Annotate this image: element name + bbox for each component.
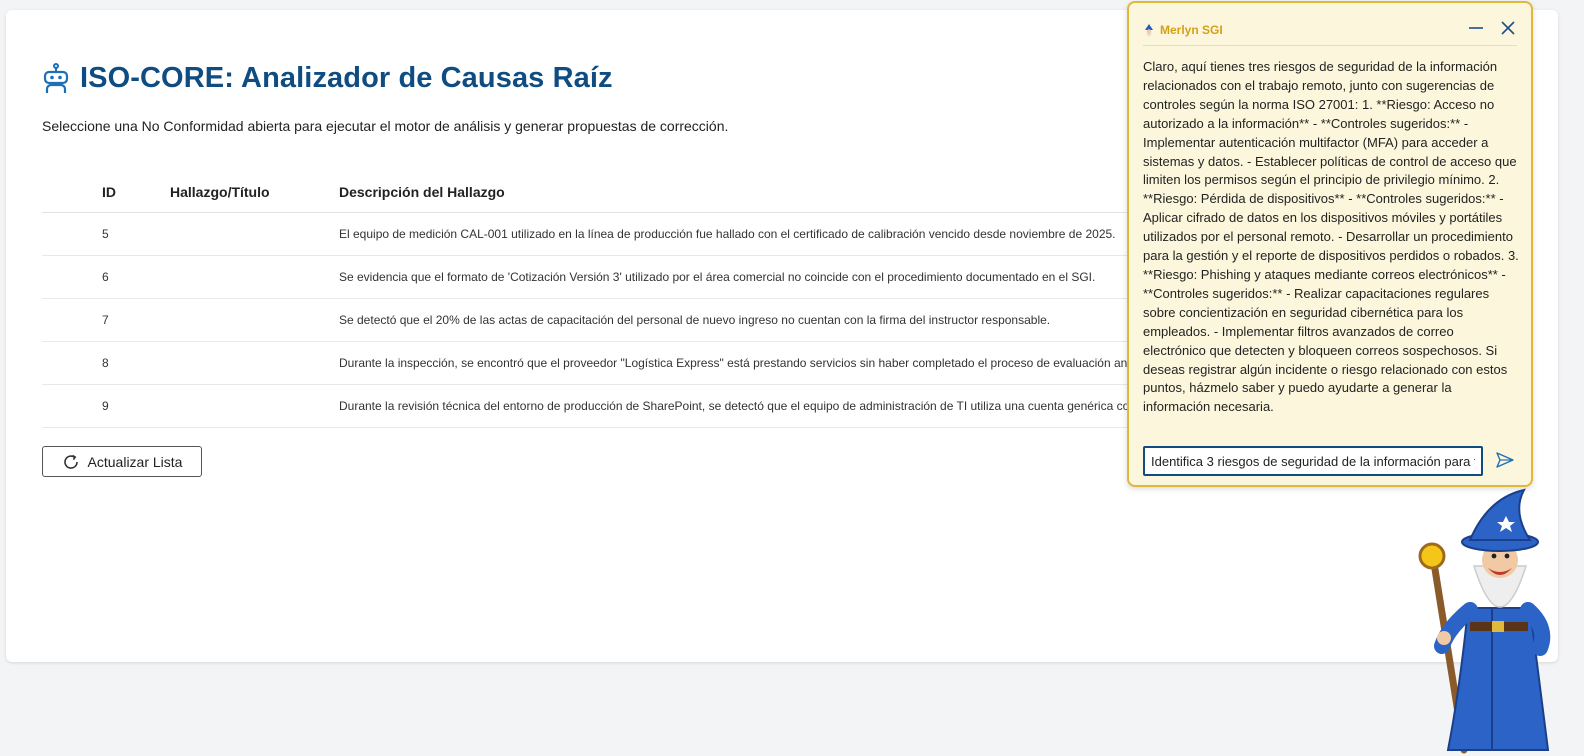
chat-header: Merlyn SGI	[1143, 21, 1517, 46]
send-icon	[1496, 452, 1514, 468]
wizard-mascot[interactable]	[1408, 488, 1568, 756]
row-description: El equipo de medición CAL-001 utilizado …	[339, 227, 1116, 241]
row-description: Se detectó que el 20% de las actas de ca…	[339, 313, 1051, 327]
refresh-list-label: Actualizar Lista	[87, 453, 183, 470]
chat-panel: Merlyn SGI Claro, aquí tienes tres riesg…	[1127, 1, 1533, 487]
minimize-icon[interactable]	[1467, 19, 1485, 37]
refresh-icon	[63, 454, 78, 469]
chat-title-label: Merlyn SGI	[1160, 23, 1223, 37]
row-id: 7	[102, 313, 109, 327]
table-row[interactable]: 6 Se evidencia que el formato de 'Cotiza…	[42, 256, 1162, 299]
title-row: ISO-CORE: Analizador de Causas Raíz	[42, 62, 613, 95]
row-id: 8	[102, 356, 109, 370]
row-description: Se evidencia que el formato de 'Cotizaci…	[339, 270, 1096, 284]
refresh-list-button[interactable]: Actualizar Lista	[42, 446, 202, 477]
assistant-message: Claro, aquí tienes tres riesgos de segur…	[1143, 59, 1519, 415]
header-id: ID	[102, 184, 116, 200]
row-id: 5	[102, 227, 109, 241]
page-title: ISO-CORE: Analizador de Causas Raíz	[80, 62, 613, 94]
table-row[interactable]: 9 Durante la revisión técnica del entorn…	[42, 385, 1162, 428]
table-header: ID Hallazgo/Título Descripción del Halla…	[42, 170, 1162, 213]
header-title: Hallazgo/Título	[170, 184, 270, 200]
row-description: Durante la inspección, se encontró que e…	[339, 356, 1162, 370]
robot-icon	[43, 62, 69, 93]
chat-title: Merlyn SGI	[1143, 23, 1223, 37]
close-icon[interactable]	[1499, 19, 1517, 37]
page-subtitle: Seleccione una No Conformidad abierta pa…	[42, 118, 729, 134]
send-button[interactable]	[1493, 448, 1517, 472]
findings-table: ID Hallazgo/Título Descripción del Halla…	[42, 170, 1162, 428]
table-row[interactable]: 5 El equipo de medición CAL-001 utilizad…	[42, 213, 1162, 256]
table-row[interactable]: 8 Durante la inspección, se encontró que…	[42, 342, 1162, 385]
chat-controls	[1467, 19, 1517, 37]
header-description: Descripción del Hallazgo	[339, 184, 505, 200]
row-description: Durante la revisión técnica del entorno …	[339, 399, 1162, 413]
chat-input[interactable]	[1143, 446, 1483, 476]
table-row[interactable]: 7 Se detectó que el 20% de las actas de …	[42, 299, 1162, 342]
wizard-avatar-icon	[1145, 23, 1153, 37]
row-id: 6	[102, 270, 109, 284]
row-id: 9	[102, 399, 109, 413]
